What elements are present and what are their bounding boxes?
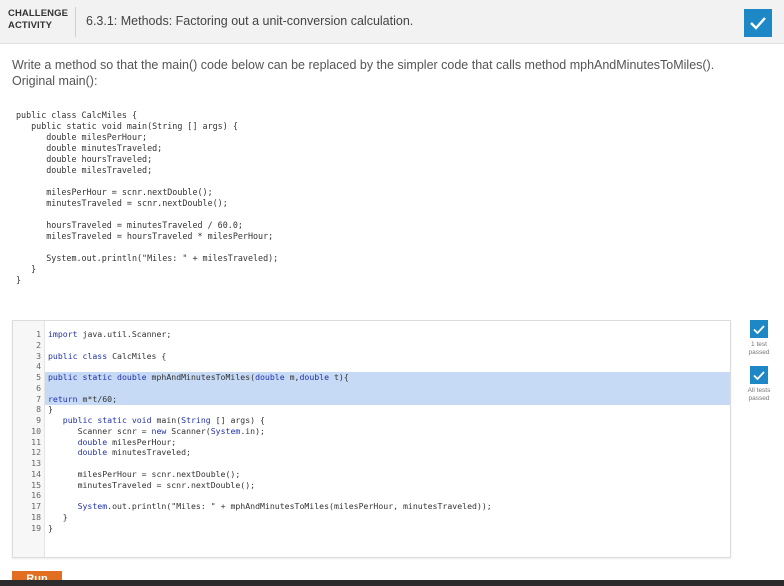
line-number: 6 xyxy=(36,382,41,393)
editor-line[interactable]: 15 minutesTraveled = scnr.nextDouble(); xyxy=(13,479,730,491)
line-code: public static double mphAndMinutesToMile… xyxy=(48,372,349,382)
original-code-line: System.out.println("Miles: " + milesTrav… xyxy=(16,253,279,263)
line-number: 12 xyxy=(31,447,41,458)
test1-label-line1: 1 test xyxy=(751,341,767,348)
editor-line[interactable]: 5 public static double mphAndMinutesToMil… xyxy=(13,372,730,383)
line-code: return m*t/60; xyxy=(48,393,118,404)
original-code-line xyxy=(16,209,278,220)
line-number: 8 xyxy=(36,404,41,415)
line-number: 3 xyxy=(36,350,41,361)
editor-line[interactable]: 7 return m*t/60; xyxy=(13,393,730,405)
editor-line[interactable]: 9 public static void main(String [] args… xyxy=(13,415,730,426)
line-number: 9 xyxy=(36,415,41,425)
editor-line[interactable]: 13 xyxy=(13,458,730,469)
original-code-line: } xyxy=(16,264,37,274)
editor-line[interactable]: 16 xyxy=(13,490,730,501)
line-number: 15 xyxy=(31,479,41,490)
original-code-line: double minutesTraveled; xyxy=(16,143,163,153)
original-code-line xyxy=(16,242,278,253)
editor-line[interactable]: 17 System.out.println("Miles: " + mphAnd… xyxy=(13,501,730,512)
line-code: } xyxy=(48,511,68,522)
line-number: 2 xyxy=(36,339,41,350)
original-code-line: double milesPerHour; xyxy=(16,132,148,142)
original-code-line: double hoursTraveled; xyxy=(16,154,153,164)
challenge-activity-label: CHALLENGE ACTIVITY xyxy=(8,8,76,32)
test1-label: 1 test passed xyxy=(742,341,776,357)
instructions-text: Write a method so that the main() code b… xyxy=(12,58,715,72)
test1-check-icon xyxy=(750,320,768,338)
all-tests-label: All tests passed xyxy=(742,387,776,403)
original-code-line: public class CalcMiles { xyxy=(16,110,138,120)
line-number: 1 xyxy=(36,329,41,339)
line-code: public static void main(String [] args) … xyxy=(62,415,265,425)
line-code: double minutesTraveled; xyxy=(77,447,191,458)
completion-check-icon xyxy=(744,9,772,37)
challenge-header: CHALLENGE ACTIVITY 6.3.1: Methods: Facto… xyxy=(0,0,784,44)
line-number: 13 xyxy=(31,458,41,468)
line-number: 7 xyxy=(36,393,41,404)
editor-line[interactable]: 6 xyxy=(13,382,730,394)
line-code: milesPerHour = scnr.nextDouble(); xyxy=(77,468,241,479)
editor-line[interactable]: 2 xyxy=(13,339,730,351)
original-code-line: double milesTraveled; xyxy=(16,165,153,175)
editor-line[interactable]: 11 double milesPerHour; xyxy=(13,436,730,448)
original-code-block: public class CalcMiles { public static v… xyxy=(16,110,278,286)
line-number: 11 xyxy=(31,436,41,447)
original-code-line: public static void main(String [] args) … xyxy=(16,121,238,131)
header-divider xyxy=(75,7,76,37)
editor-line[interactable]: 19} xyxy=(13,522,730,534)
editor-line[interactable]: 4 xyxy=(13,361,730,372)
original-code-line: } xyxy=(16,275,22,285)
instructions: Write a method so that the main() code b… xyxy=(12,57,772,89)
line-code: Scanner scnr = new Scanner(System.in); xyxy=(77,425,265,436)
line-code: import java.util.Scanner; xyxy=(48,329,172,339)
activity-title: 6.3.1: Methods: Factoring out a unit-con… xyxy=(86,14,414,28)
line-number: 19 xyxy=(31,522,41,533)
original-code-line: milesPerHour = scnr.nextDouble(); xyxy=(16,187,213,197)
editor-line[interactable]: 1 import java.util.Scanner; xyxy=(13,329,730,340)
line-number: 10 xyxy=(31,425,41,436)
all-tests-status: All tests passed xyxy=(742,366,776,403)
line-number: 5 xyxy=(36,372,41,382)
editor-line[interactable]: 3 public class CalcMiles { xyxy=(13,350,730,362)
all-tests-label-line2: passed xyxy=(748,395,770,402)
line-code: } xyxy=(48,404,53,415)
line-code: double milesPerHour; xyxy=(77,436,177,447)
test1-status: 1 test passed xyxy=(742,320,776,357)
line-number: 16 xyxy=(31,490,41,501)
line-code: public class CalcMiles { xyxy=(48,350,167,361)
original-code-line: minutesTraveled = scnr.nextDouble(); xyxy=(16,198,228,208)
original-code-line: milesTraveled = hoursTraveled * milesPer… xyxy=(16,231,274,241)
all-tests-label-line1: All tests xyxy=(747,387,771,394)
original-code-line xyxy=(16,176,278,187)
editor-line[interactable]: 18 } xyxy=(13,511,730,523)
activity-label-line2: ACTIVITY xyxy=(8,20,53,31)
code-editor[interactable]: 1 import java.util.Scanner; 2 3 public class… xyxy=(12,320,731,558)
line-number: 18 xyxy=(31,511,41,522)
test1-label-line2: passed xyxy=(748,349,770,356)
bottom-bar xyxy=(0,580,784,586)
all-tests-check-icon xyxy=(750,366,768,384)
activity-label-line1: CHALLENGE xyxy=(8,8,69,19)
original-main-label: Original main(): xyxy=(12,74,98,88)
line-number: 14 xyxy=(31,468,41,479)
line-code: } xyxy=(48,522,53,533)
original-code-line: hoursTraveled = minutesTraveled / 60.0; xyxy=(16,220,243,230)
line-code: System.out.println("Miles: " + mphAndMin… xyxy=(77,501,492,511)
editor-line[interactable]: 8} xyxy=(13,404,730,415)
line-number: 17 xyxy=(31,501,41,511)
line-code: minutesTraveled = scnr.nextDouble(); xyxy=(77,479,256,490)
editor-line[interactable]: 12 double minutesTraveled; xyxy=(13,447,730,458)
line-number: 4 xyxy=(36,361,41,372)
editor-line[interactable]: 14 milesPerHour = scnr.nextDouble(); xyxy=(13,468,730,480)
editor-line[interactable]: 10 Scanner scnr = new Scanner(System.in)… xyxy=(13,425,730,437)
